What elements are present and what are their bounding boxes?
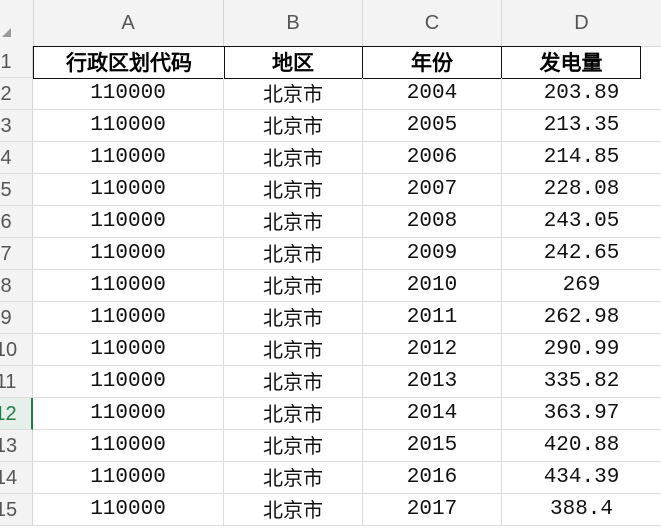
select-all-triangle-icon (2, 28, 11, 37)
region-cell[interactable]: 北京市 (224, 110, 363, 142)
row-number: 7 (0, 243, 12, 265)
generation-cell[interactable]: 269 (502, 270, 661, 302)
generation-cell[interactable]: 214.85 (502, 142, 661, 174)
column-header-c[interactable]: C (363, 0, 502, 46)
header-region-code-cell[interactable]: 行政区划代码 (33, 46, 225, 79)
year-cell[interactable]: 2017 (363, 494, 502, 526)
row-header-6[interactable]: 6 (0, 206, 33, 238)
row-number: 3 (0, 115, 12, 137)
region-cell[interactable]: 北京市 (224, 494, 363, 526)
row-number: 8 (0, 275, 12, 297)
row-header-11[interactable]: 11 (0, 366, 33, 398)
region-code-cell[interactable]: 110000 (33, 398, 224, 430)
year-cell[interactable]: 2006 (363, 142, 502, 174)
generation-cell[interactable]: 434.39 (502, 462, 661, 494)
select-all-corner[interactable] (0, 0, 34, 46)
generation-cell[interactable]: 262.98 (502, 302, 661, 334)
region-code-cell[interactable]: 110000 (33, 174, 224, 206)
row-header-5[interactable]: 5 (0, 174, 33, 206)
row-number: 12 (0, 403, 17, 425)
region-cell[interactable]: 北京市 (224, 270, 363, 302)
row-header-4[interactable]: 4 (0, 142, 33, 174)
region-cell[interactable]: 北京市 (224, 366, 363, 398)
year-cell[interactable]: 2011 (363, 302, 502, 334)
row-number: 13 (0, 435, 18, 457)
generation-cell[interactable]: 228.08 (502, 174, 661, 206)
region-cell[interactable]: 北京市 (224, 206, 363, 238)
region-code-cell[interactable]: 110000 (33, 334, 224, 366)
region-code-cell[interactable]: 110000 (33, 430, 224, 462)
year-cell[interactable]: 2014 (363, 398, 502, 430)
row-number: 11 (0, 371, 17, 393)
region-cell[interactable]: 北京市 (224, 334, 363, 366)
region-cell[interactable]: 北京市 (224, 430, 363, 462)
row-header-10[interactable]: 10 (0, 334, 33, 366)
generation-cell[interactable]: 213.35 (502, 110, 661, 142)
region-cell[interactable]: 北京市 (224, 302, 363, 334)
row-number: 5 (0, 179, 12, 201)
column-header-d[interactable]: D (502, 0, 661, 46)
region-code-cell[interactable]: 110000 (33, 142, 224, 174)
row-header-9[interactable]: 9 (0, 302, 33, 334)
generation-cell[interactable]: 420.88 (502, 430, 661, 462)
year-cell[interactable]: 2016 (363, 462, 502, 494)
row-header-12[interactable]: 12 (0, 398, 33, 430)
row-number: 1 (0, 51, 12, 73)
region-code-cell[interactable]: 110000 (33, 110, 224, 142)
row-header-14[interactable]: 14 (0, 462, 33, 494)
year-cell[interactable]: 2004 (363, 78, 502, 110)
region-code-cell[interactable]: 110000 (33, 78, 224, 110)
generation-cell[interactable]: 290.99 (502, 334, 661, 366)
region-cell[interactable]: 北京市 (224, 78, 363, 110)
region-code-cell[interactable]: 110000 (33, 366, 224, 398)
column-header-a[interactable]: A (33, 0, 224, 46)
region-cell[interactable]: 北京市 (224, 462, 363, 494)
region-cell[interactable]: 北京市 (224, 142, 363, 174)
year-cell[interactable]: 2009 (363, 238, 502, 270)
region-code-cell[interactable]: 110000 (33, 206, 224, 238)
year-cell[interactable]: 2005 (363, 110, 502, 142)
region-cell[interactable]: 北京市 (224, 238, 363, 270)
row-header-7[interactable]: 7 (0, 238, 33, 270)
row-number: 14 (0, 467, 18, 489)
generation-cell[interactable]: 388.4 (502, 494, 661, 526)
region-code-cell[interactable]: 110000 (33, 302, 224, 334)
year-cell[interactable]: 2013 (363, 366, 502, 398)
row-header-13[interactable]: 13 (0, 430, 33, 462)
header-region-cell[interactable]: 地区 (224, 46, 363, 79)
row-number: 10 (0, 339, 18, 361)
column-header-b[interactable]: B (224, 0, 363, 46)
region-cell[interactable]: 北京市 (224, 174, 363, 206)
row-header-3[interactable]: 3 (0, 110, 33, 142)
row-number: 4 (0, 147, 12, 169)
row-number: 6 (0, 211, 12, 233)
row-number: 2 (0, 83, 12, 105)
region-code-cell[interactable]: 110000 (33, 462, 224, 494)
generation-cell[interactable]: 203.89 (502, 78, 661, 110)
year-cell[interactable]: 2010 (363, 270, 502, 302)
region-code-cell[interactable]: 110000 (33, 238, 224, 270)
year-cell[interactable]: 2008 (363, 206, 502, 238)
spreadsheet-grid: ABCD 123456789101112131415 行政区划代码地区年份发电量… (0, 0, 661, 528)
header-year-cell[interactable]: 年份 (363, 46, 502, 79)
generation-cell[interactable]: 335.82 (502, 366, 661, 398)
row-number: 15 (0, 499, 18, 521)
row-header-15[interactable]: 15 (0, 494, 33, 526)
header-generation-cell[interactable]: 发电量 (502, 46, 641, 79)
row-header-8[interactable]: 8 (0, 270, 33, 302)
generation-cell[interactable]: 243.05 (502, 206, 661, 238)
generation-cell[interactable]: 242.65 (502, 238, 661, 270)
year-cell[interactable]: 2007 (363, 174, 502, 206)
region-cell[interactable]: 北京市 (224, 398, 363, 430)
year-cell[interactable]: 2012 (363, 334, 502, 366)
region-code-cell[interactable]: 110000 (33, 494, 224, 526)
region-code-cell[interactable]: 110000 (33, 270, 224, 302)
year-cell[interactable]: 2015 (363, 430, 502, 462)
row-number: 9 (0, 307, 12, 329)
row-header-2[interactable]: 2 (0, 78, 33, 110)
row-header-1[interactable]: 1 (0, 46, 33, 78)
generation-cell[interactable]: 363.97 (502, 398, 661, 430)
